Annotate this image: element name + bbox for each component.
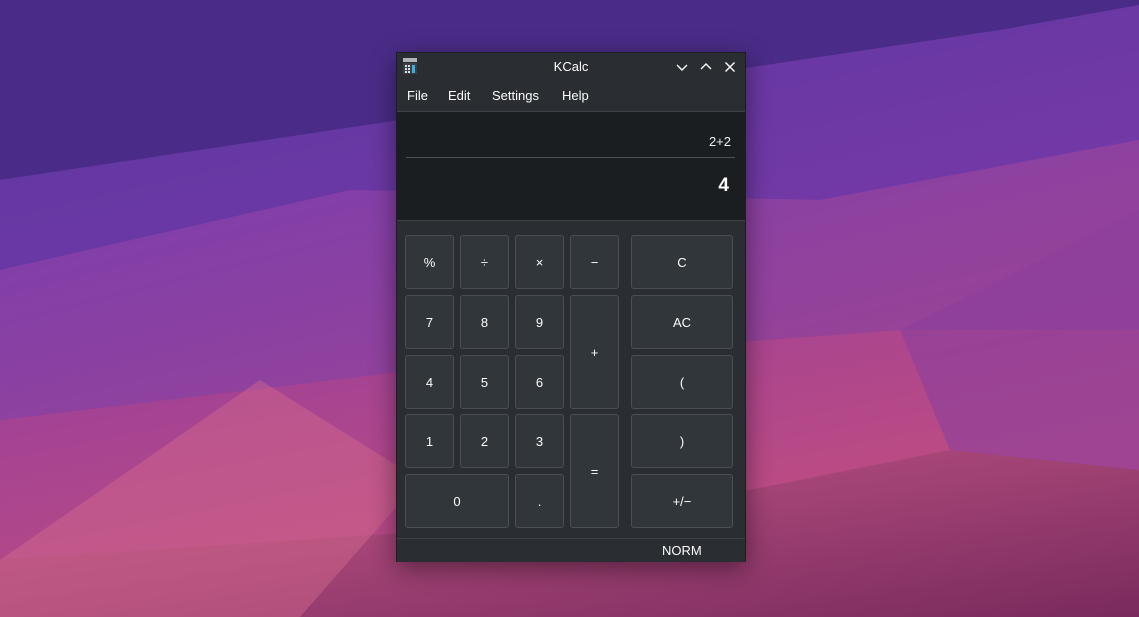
digit-3-button[interactable]: 3 — [515, 414, 564, 468]
calculator-display: 2+2 4 — [397, 112, 745, 221]
menu-bar: File Edit Settings Help — [397, 81, 745, 112]
menu-settings[interactable]: Settings — [488, 81, 543, 111]
status-bar: NORM — [397, 538, 745, 562]
menu-file[interactable]: File — [403, 81, 432, 111]
display-divider — [406, 157, 735, 158]
digit-5-button[interactable]: 5 — [460, 355, 509, 409]
mode-indicator: NORM — [662, 543, 702, 558]
digit-7-button[interactable]: 7 — [405, 295, 454, 349]
close-icon — [725, 62, 735, 72]
digit-4-button[interactable]: 4 — [405, 355, 454, 409]
open-paren-button[interactable]: ( — [631, 355, 733, 409]
digit-2-button[interactable]: 2 — [460, 414, 509, 468]
expression-input[interactable]: 2+2 — [709, 134, 731, 149]
percent-button[interactable]: % — [405, 235, 454, 289]
close-paren-button[interactable]: ) — [631, 414, 733, 468]
multiply-button[interactable]: × — [515, 235, 564, 289]
menu-help[interactable]: Help — [558, 81, 593, 111]
digit-1-button[interactable]: 1 — [405, 414, 454, 468]
equals-button[interactable]: = — [570, 414, 619, 528]
keypad: % ÷ × − C 7 8 9 + AC 4 5 6 ( 1 2 3 = ) 0… — [397, 221, 745, 537]
minimize-button[interactable] — [673, 58, 691, 76]
clear-button[interactable]: C — [631, 235, 733, 289]
digit-0-button[interactable]: 0 — [405, 474, 509, 528]
title-bar[interactable]: KCalc — [397, 53, 745, 81]
digit-9-button[interactable]: 9 — [515, 295, 564, 349]
menu-edit[interactable]: Edit — [444, 81, 474, 111]
digit-8-button[interactable]: 8 — [460, 295, 509, 349]
window-title: KCalc — [553, 59, 589, 74]
minus-button[interactable]: − — [570, 235, 619, 289]
maximize-button[interactable] — [697, 58, 715, 76]
digit-6-button[interactable]: 6 — [515, 355, 564, 409]
decimal-point-button[interactable]: . — [515, 474, 564, 528]
sign-toggle-button[interactable]: +/− — [631, 474, 733, 528]
divide-button[interactable]: ÷ — [460, 235, 509, 289]
all-clear-button[interactable]: AC — [631, 295, 733, 349]
chevron-up-icon — [700, 63, 712, 70]
result-value: 4 — [718, 175, 729, 196]
chevron-down-icon — [676, 64, 688, 71]
kcalc-window: KCalc File Edit Settings Help 2+2 4 % ÷ … — [396, 52, 746, 562]
close-button[interactable] — [721, 58, 739, 76]
plus-button[interactable]: + — [570, 295, 619, 409]
